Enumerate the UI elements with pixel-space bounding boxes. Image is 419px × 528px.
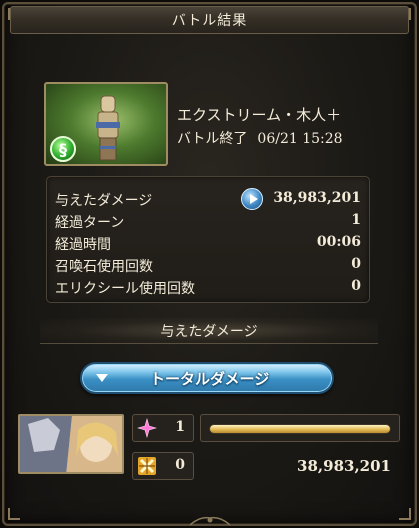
quest-end-info: バトル終了 06/21 15:28: [177, 128, 343, 148]
training-dummy-icon: [96, 95, 120, 161]
stat-label: 召喚石使用回数: [55, 259, 153, 275]
quest-name: エクストリーム・木人＋: [177, 106, 342, 124]
ability-count: 1: [175, 419, 185, 435]
wind-element-icon: §: [50, 136, 76, 162]
stat-label: 与えたダメージ: [55, 193, 153, 209]
damage-share-bar: [210, 425, 390, 433]
ability-count-box: 1: [132, 414, 194, 442]
damage-detail-play-button[interactable]: [241, 188, 263, 210]
stat-value: 1: [351, 212, 361, 228]
battle-end-datetime: 06/21 15:28: [257, 131, 343, 147]
frame-corner-ornament: [8, 508, 20, 520]
total-damage-dropdown-button[interactable]: トータルダメージ: [80, 362, 334, 394]
stat-row-elapsed-time: 経過時間 00:06: [55, 234, 365, 254]
damage-section-title: 与えたダメージ: [160, 323, 258, 340]
stat-value: 38,983,201: [273, 190, 361, 206]
dropdown-triangle-icon: [96, 374, 108, 382]
frame-corner-ornament: [399, 508, 411, 520]
cross-burst-icon: [138, 457, 156, 475]
stat-label: 経過ターン: [55, 215, 125, 231]
critical-count: 0: [175, 457, 185, 473]
stat-label: 経過時間: [55, 237, 111, 253]
damage-share-track: [209, 424, 391, 434]
damage-section-header: 与えたダメージ: [40, 318, 378, 344]
stat-row-turns: 経過ターン 1: [55, 212, 365, 232]
stat-value: 0: [351, 278, 361, 294]
window-title: バトル結果: [171, 13, 248, 29]
bottom-ornament: [190, 516, 230, 526]
total-damage-label: トータルダメージ: [150, 369, 270, 388]
stat-row-damage: 与えたダメージ 38,983,201: [55, 188, 365, 210]
critical-count-box: 0: [132, 452, 194, 480]
stat-value: 0: [351, 256, 361, 272]
stat-row-summon-uses: 召喚石使用回数 0: [55, 256, 365, 276]
battle-stats-panel: 与えたダメージ 38,983,201 経過ターン 1 経過時間 00:06 召喚…: [46, 176, 370, 303]
stat-value: 00:06: [316, 234, 361, 250]
character-portrait-art: [20, 416, 122, 472]
stat-label: エリクシール使用回数: [55, 281, 195, 297]
battle-end-label: バトル終了: [177, 131, 248, 147]
title-bar: バトル結果: [10, 6, 409, 34]
character-portrait[interactable]: [18, 414, 124, 474]
sparkle-icon: [137, 418, 157, 438]
stat-row-elixir-uses: エリクシール使用回数 0: [55, 278, 365, 298]
quest-thumbnail: §: [44, 82, 168, 166]
character-damage-value: 38,983,201: [297, 457, 391, 475]
damage-share-box: [200, 414, 400, 442]
